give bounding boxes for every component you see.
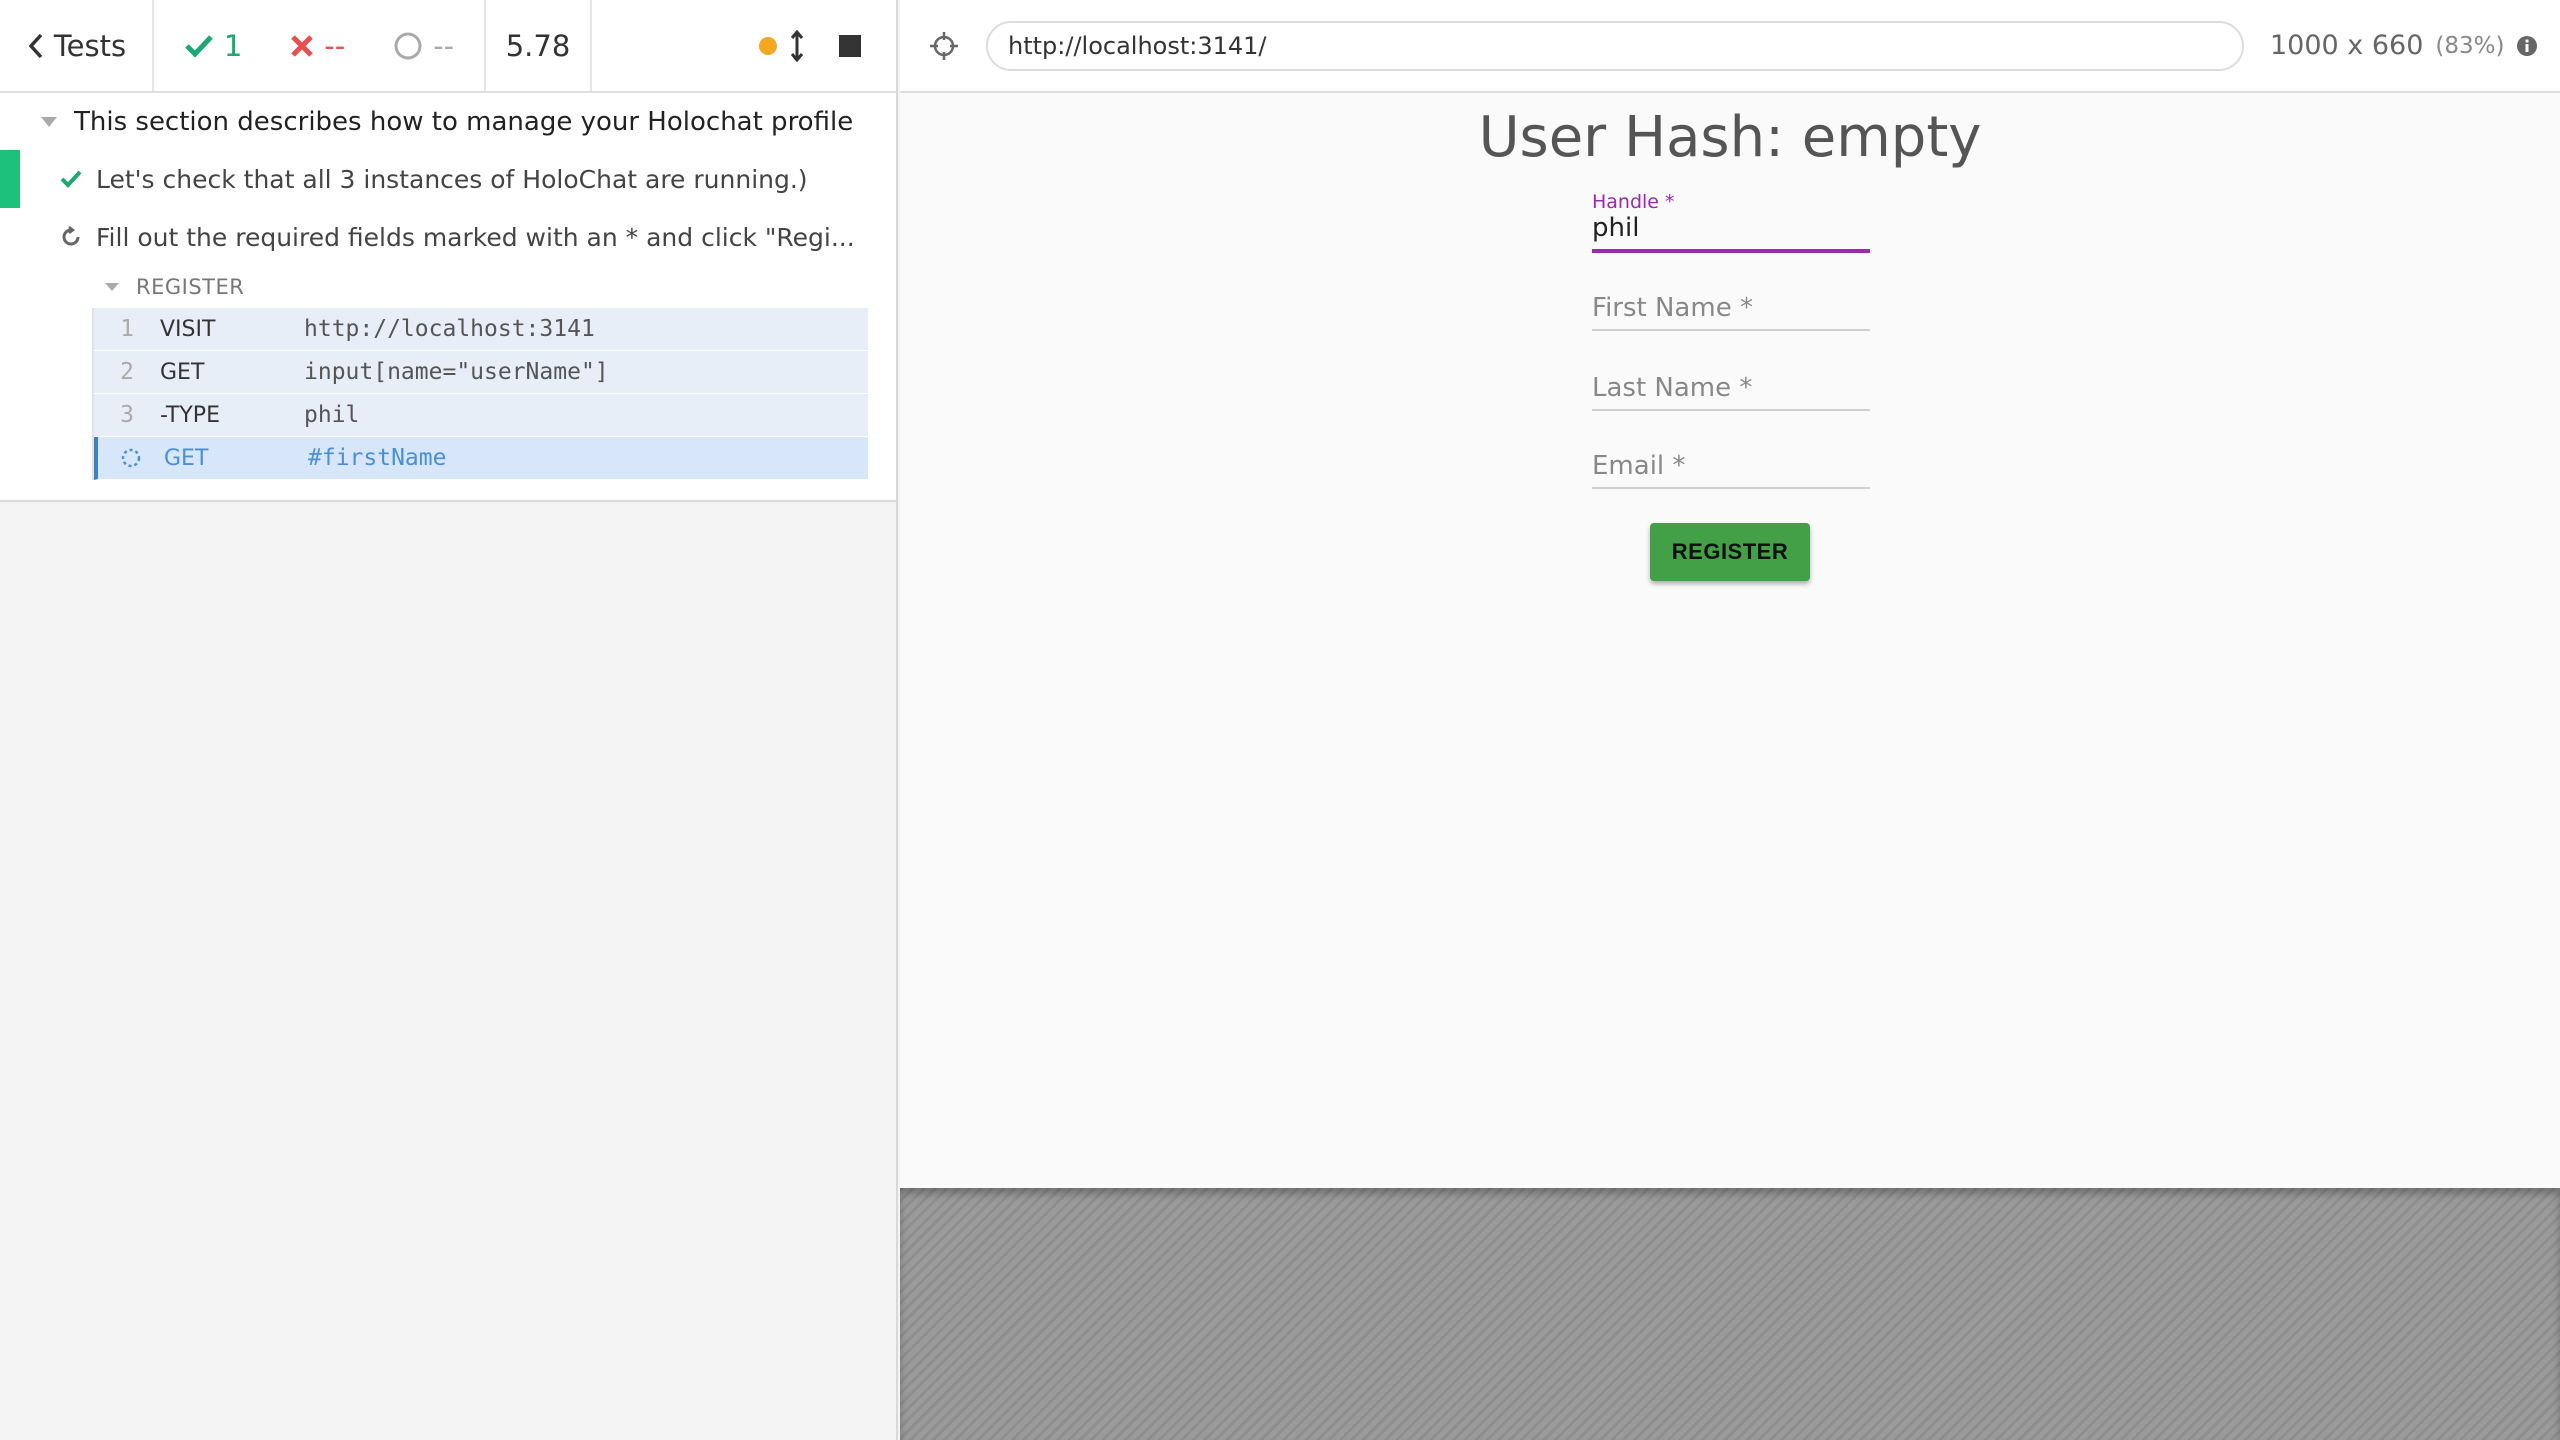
command-row[interactable]: 3 -TYPE phil: [94, 394, 868, 437]
spinner-icon: [98, 447, 164, 469]
handle-label: Handle *: [1592, 191, 1675, 213]
viewport-size: 1000 x 660: [2270, 30, 2424, 61]
command-row-active[interactable]: GET #firstName: [94, 437, 868, 480]
viewport-info: 1000 x 660 (83%): [2270, 30, 2538, 61]
command-list: 1 VISIT http://localhost:3141 2 GET inpu…: [92, 308, 868, 480]
status-dot-icon: [758, 36, 778, 56]
stop-button[interactable]: [838, 34, 862, 58]
test-row-running[interactable]: Fill out the required fields marked with…: [0, 208, 896, 266]
command-row[interactable]: 1 VISIT http://localhost:3141: [94, 308, 868, 351]
pending-count-value: --: [433, 28, 455, 63]
failed-count-value: --: [324, 28, 346, 63]
stats-bar: Tests 1 -- -- 5.78: [0, 0, 896, 93]
tests-link[interactable]: Tests: [0, 0, 154, 91]
runnable-list: This section describes how to manage you…: [0, 93, 896, 502]
run-controls: [592, 0, 896, 91]
handle-input[interactable]: phil: [1592, 213, 1870, 253]
viewport-scale: (83%): [2435, 32, 2505, 59]
last-name-input[interactable]: Last Name *: [1592, 371, 1870, 411]
caret-down-icon: [104, 282, 120, 292]
hook-label: REGISTER: [136, 275, 245, 299]
command-row[interactable]: 2 GET input[name="userName"]: [94, 351, 868, 394]
pending-count[interactable]: --: [393, 29, 454, 63]
command-number: 2: [120, 359, 134, 385]
hook-register[interactable]: REGISTER: [0, 266, 896, 308]
check-icon: [184, 33, 214, 59]
command-message: input[name="userName"]: [304, 359, 609, 385]
suite-title-text: This section describes how to manage you…: [74, 106, 854, 137]
test-reporter: Tests 1 -- -- 5.78 This section describe…: [0, 0, 898, 1440]
command-number: 3: [120, 402, 134, 428]
command-message: #firstName: [308, 445, 447, 471]
email-field[interactable]: Email *: [1592, 449, 1870, 489]
handle-field[interactable]: Handle * phil: [1592, 191, 1870, 253]
tests-label: Tests: [53, 28, 127, 63]
info-icon[interactable]: [2516, 35, 2538, 57]
caret-down-icon: [40, 116, 58, 128]
viewport-overflow-area: [900, 1188, 2560, 1440]
command-name: GET: [160, 359, 205, 385]
command-name: GET: [164, 445, 209, 471]
auto-scroll-toggle[interactable]: [758, 29, 804, 62]
url-input[interactable]: http://localhost:3141/: [986, 20, 2244, 71]
stop-icon: [838, 34, 862, 58]
check-icon: [60, 169, 82, 189]
selector-playground-button[interactable]: [928, 30, 960, 62]
first-name-input[interactable]: First Name *: [1592, 291, 1870, 331]
test-title: Let's check that all 3 instances of Holo…: [96, 164, 808, 194]
failed-count[interactable]: --: [290, 29, 345, 63]
test-title: Fill out the required fields marked with…: [96, 222, 855, 252]
command-name: -TYPE: [160, 402, 220, 428]
suite-title[interactable]: This section describes how to manage you…: [0, 93, 896, 150]
crosshair-icon: [928, 30, 960, 62]
circle-outline-icon: [393, 31, 423, 61]
email-input[interactable]: Email *: [1592, 449, 1870, 489]
test-counts: 1 -- --: [154, 0, 486, 91]
arrows-vertical-icon: [790, 29, 804, 62]
command-number: 1: [120, 316, 134, 342]
page-title: User Hash: empty: [1478, 105, 1982, 170]
last-name-field[interactable]: Last Name *: [1592, 371, 1870, 411]
register-button[interactable]: REGISTER: [1650, 523, 1810, 581]
command-message: phil: [304, 402, 360, 428]
command-name: VISIT: [160, 316, 216, 342]
test-row-passed[interactable]: Let's check that all 3 instances of Holo…: [0, 150, 896, 208]
x-icon: [290, 34, 314, 58]
command-message: http://localhost:3141: [304, 316, 595, 342]
chevron-left-icon: [26, 32, 46, 60]
passed-count-value: 1: [223, 28, 243, 63]
app-iframe: User Hash: empty Handle * phil First Nam…: [900, 93, 2560, 1188]
first-name-field[interactable]: First Name *: [1592, 291, 1870, 331]
app-preview: http://localhost:3141/ 1000 x 660 (83%) …: [900, 0, 2560, 1440]
duration: 5.78: [486, 0, 592, 91]
url-bar: http://localhost:3141/ 1000 x 660 (83%): [900, 0, 2560, 93]
passed-count[interactable]: 1: [184, 29, 242, 63]
refresh-icon: [60, 226, 82, 248]
